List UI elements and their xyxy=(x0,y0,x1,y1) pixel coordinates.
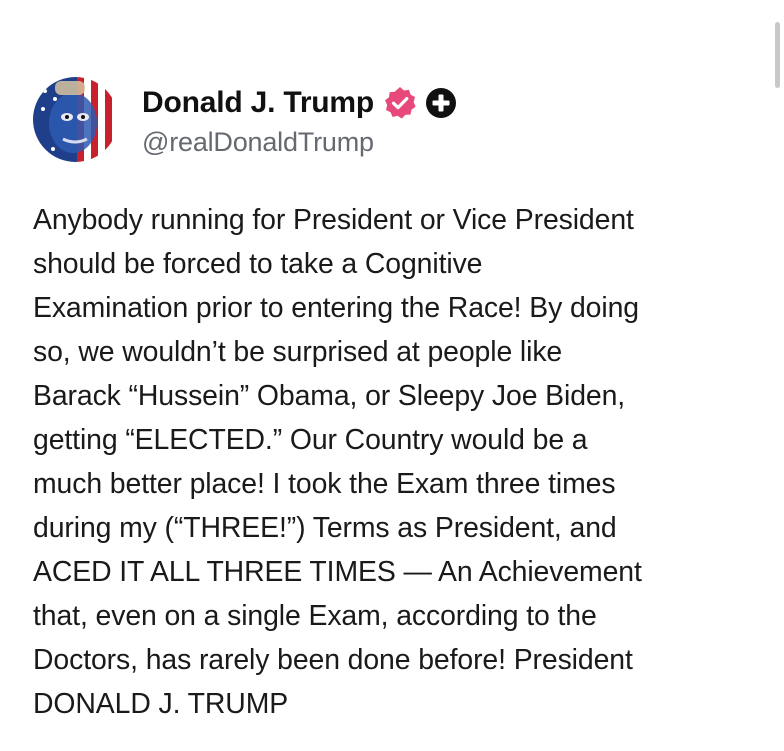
post-body-line: should be forced to take a Cognitive xyxy=(33,248,483,280)
post-body-line: Examination prior to entering the Race! … xyxy=(33,292,639,324)
author-identity: Donald J. Trump @realDonaldTrump xyxy=(142,81,457,158)
post-body-line: getting “ELECTED.” Our Country would be … xyxy=(33,424,588,456)
plus-badge-icon xyxy=(425,87,457,119)
scrollbar-thumb[interactable] xyxy=(775,22,780,88)
post-body-line: that, even on a single Exam, according t… xyxy=(33,600,597,632)
avatar[interactable] xyxy=(33,76,118,162)
post-body-line: much better place! I took the Exam three… xyxy=(33,468,616,500)
post-header: Donald J. Trump @realDonaldTrump xyxy=(33,76,457,162)
author-handle[interactable]: @realDonaldTrump xyxy=(142,127,457,158)
author-display-name[interactable]: Donald J. Trump xyxy=(142,86,374,120)
post-body-line: Anybody running for President or Vice Pr… xyxy=(33,204,634,236)
post-body-line: during my (“THREE!”) Terms as President,… xyxy=(33,512,617,544)
post-body-line: Doctors, has rarely been done before! Pr… xyxy=(33,644,633,676)
author-name-row: Donald J. Trump xyxy=(142,81,457,125)
post-body-line: DONALD J. TRUMP xyxy=(33,688,289,720)
avatar-image xyxy=(33,76,118,162)
verified-badge-icon xyxy=(383,86,417,120)
post-body-line: ACED IT ALL THREE TIMES — An Achievement xyxy=(33,556,642,588)
post-body-line: Barack “Hussein” Obama, or Sleepy Joe Bi… xyxy=(33,380,626,412)
post-body-line: so, we wouldn’t be surprised at people l… xyxy=(33,336,563,368)
post-body: Anybody running for President or Vice Pr… xyxy=(33,198,763,726)
